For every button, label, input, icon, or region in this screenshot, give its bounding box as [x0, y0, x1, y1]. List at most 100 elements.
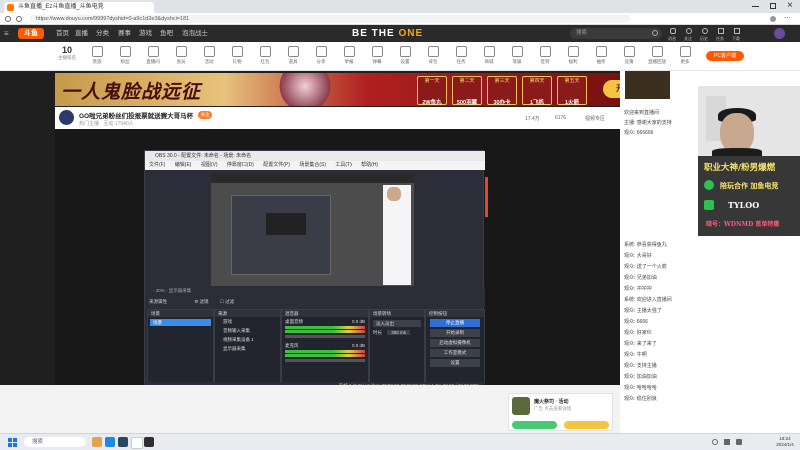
ad-card-yellow-button[interactable] — [564, 421, 609, 429]
room-tool-item[interactable]: 会员 — [170, 46, 192, 65]
mic-volume-slider[interactable] — [285, 359, 365, 362]
nav-events[interactable]: 赛事 — [118, 25, 131, 42]
obs-taskbar-icon[interactable] — [144, 437, 154, 447]
ad-card-green-button[interactable] — [512, 421, 557, 429]
room-tool-item[interactable]: 贵族 — [86, 46, 108, 65]
source-item-video-device[interactable]: 视频采集设备 1 — [215, 335, 280, 344]
windows-start-icon[interactable] — [8, 438, 17, 447]
room-tool-item[interactable]: 福利 — [562, 46, 584, 65]
room-tool-item[interactable]: 道具 — [282, 46, 304, 65]
room-tool-item[interactable]: 任务 — [450, 46, 472, 65]
start-virtual-camera-button[interactable]: 启动虚拟摄像机 — [430, 339, 480, 347]
nav-home[interactable]: 首页 — [56, 25, 69, 42]
back-icon[interactable] — [5, 16, 11, 22]
taskbar-search-input[interactable]: 搜索 — [24, 437, 86, 447]
obs-menu-docks[interactable]: 停靠窗口(D) — [227, 162, 254, 168]
nav-fishbar[interactable]: 鱼吧 — [160, 25, 173, 42]
pc-client-button[interactable]: PC客户端 — [706, 51, 744, 61]
anchor-rank[interactable]: 10 主播排名 — [56, 45, 78, 61]
site-search-input[interactable]: 搜索 — [570, 28, 662, 39]
source-item-game[interactable]: 游戏 — [215, 317, 280, 326]
settings-button[interactable]: 设置 — [430, 359, 480, 367]
obs-menu-profile[interactable]: 配置文件(P) — [263, 162, 290, 168]
room-tool-item[interactable]: 直播间 — [142, 46, 164, 65]
taskbar-clock[interactable]: 18:24 2024/1/4 — [772, 436, 798, 448]
room-tool-item[interactable]: 红包 — [254, 46, 276, 65]
obs-menu-edit[interactable]: 编辑(E) — [175, 162, 192, 168]
nav-live[interactable]: 直播 — [75, 25, 88, 42]
nav-bubble-warrior[interactable]: 泡泡战士 — [182, 25, 208, 42]
duration-input[interactable]: 300 ms — [387, 330, 411, 335]
stop-streaming-button[interactable]: 停止直播 — [430, 319, 480, 327]
file-explorer-icon[interactable] — [92, 437, 102, 447]
follow-button[interactable]: 关注 — [198, 111, 212, 119]
obs-menu-scene-collection[interactable]: 场景集合(S) — [299, 162, 326, 168]
chat-mini-video[interactable] — [625, 71, 670, 99]
room-tool-item[interactable]: 活动 — [198, 46, 220, 65]
obs-menu-tools[interactable]: 工具(T) — [335, 162, 351, 168]
douyu-logo[interactable]: 斗鱼 — [18, 28, 44, 39]
start-game-button[interactable]: 开始游戏 — [603, 80, 620, 98]
streamer-avatar[interactable] — [59, 110, 74, 125]
close-icon[interactable]: × — [787, 0, 793, 11]
tab-filters[interactable]: ⚙ 滤镜 — [194, 299, 208, 304]
volume-icon[interactable] — [736, 439, 742, 445]
room-tool-item[interactable]: 设置 — [394, 46, 416, 65]
download-icon[interactable] — [734, 28, 740, 34]
url-field[interactable]: https://www.douyu.com/9999?dyshid=0-a9c1… — [30, 15, 630, 23]
browser-tab[interactable]: 斗鱼直播_Ez斗鱼直播_斗鱼电竞 — [4, 2, 154, 13]
chrome-icon[interactable] — [131, 437, 143, 449]
room-tool-item[interactable]: 直播回放 — [646, 46, 668, 65]
nav-games[interactable]: 游戏 — [139, 25, 152, 42]
room-tool-item[interactable]: 竞猜 — [618, 46, 640, 65]
heart-icon[interactable] — [686, 28, 692, 34]
room-tool-item[interactable]: 举报 — [338, 46, 360, 65]
steam-icon[interactable] — [118, 437, 128, 447]
start-recording-button[interactable]: 开始录制 — [430, 329, 480, 337]
event-banner[interactable]: 一人鬼脸战远征 第一天 2W鱼丸 第二天 500羽翼 第三天 30办卡 第四天 1飞机 … — [55, 73, 620, 106]
obs-preview[interactable] — [211, 173, 414, 286]
refresh-icon[interactable] — [16, 16, 22, 22]
studio-mode-button[interactable]: 工作室模式 — [430, 349, 480, 357]
search-icon[interactable] — [652, 30, 658, 36]
room-tool-label: 直播间 — [146, 59, 160, 64]
source-item-audio-input[interactable]: 音频输入采集 — [215, 326, 280, 335]
room-tool-item[interactable]: 背包 — [422, 46, 444, 65]
tray-chevron-icon[interactable] — [712, 439, 718, 445]
profile-icon[interactable] — [770, 16, 776, 22]
desktop-volume-slider[interactable] — [285, 335, 365, 338]
prize-reward: 1飞机 — [529, 100, 545, 106]
transition-type-select[interactable]: 淡入淡出 — [373, 320, 421, 327]
task-icon[interactable] — [718, 28, 724, 34]
tab-source-properties[interactable]: 来源属性 — [149, 299, 167, 304]
user-avatar[interactable] — [774, 28, 785, 39]
scene-item[interactable]: 场景 — [150, 319, 211, 326]
room-tool-item[interactable]: 分享 — [310, 46, 332, 65]
room-tool-item[interactable]: 等级 — [506, 46, 528, 65]
room-tool-item[interactable]: 粉丝 — [114, 46, 136, 65]
room-tool-item[interactable]: 礼物 — [226, 46, 248, 65]
chat-message: 观众: 稳住别浪 — [624, 396, 657, 402]
room-tool-item[interactable]: 签到 — [534, 46, 556, 65]
obs-menu-view[interactable]: 视图(V) — [201, 162, 218, 168]
stat-video-zone[interactable]: 视频专区 — [585, 115, 605, 122]
room-tool-item[interactable]: 抽奖 — [590, 46, 612, 65]
network-icon[interactable] — [724, 439, 730, 445]
obs-menu-help[interactable]: 帮助(H) — [361, 162, 378, 168]
room-tool-item[interactable]: 商城 — [478, 46, 500, 65]
source-item-display[interactable]: 显示器采集 — [215, 344, 280, 353]
ad-card[interactable]: 魔火祭司 · 活动 广告 点击查看详情 — [508, 393, 613, 431]
nav-category[interactable]: 分类 — [96, 25, 109, 42]
menu-dots-icon[interactable]: ⋯ — [784, 15, 791, 22]
message-icon[interactable] — [670, 28, 676, 34]
clock-icon[interactable] — [702, 28, 708, 34]
minimize-icon[interactable] — [752, 6, 759, 7]
hamburger-icon[interactable]: ≡ — [4, 29, 9, 38]
room-tool-item[interactable]: 更多 — [674, 46, 696, 65]
tab-overlay[interactable]: ☐ 过滤 — [220, 299, 234, 304]
maximize-icon[interactable] — [770, 3, 776, 9]
room-tool-icon — [427, 46, 439, 57]
room-tool-item[interactable]: 弹幕 — [366, 46, 388, 65]
edge-browser-icon[interactable] — [105, 437, 115, 447]
obs-menu-file[interactable]: 文件(F) — [149, 162, 165, 168]
